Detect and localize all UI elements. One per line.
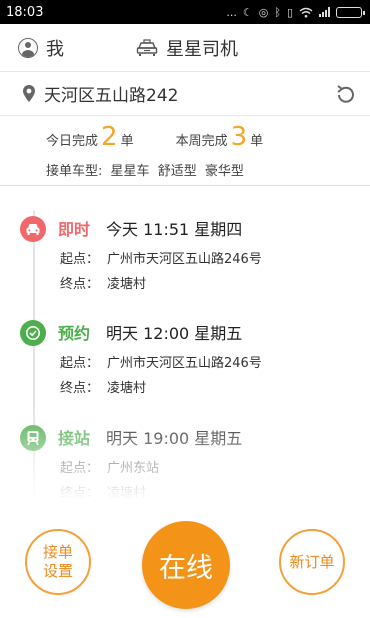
start-address: 广州市天河区五山路246号 [107,252,262,267]
order-type: 即时 [58,220,91,239]
order-type: 接站 [58,429,91,448]
refresh-icon[interactable] [334,83,356,105]
timeline-line [33,211,35,511]
moon-icon: ☾ [242,5,253,19]
car-type-item: 舒适型 [157,164,197,179]
new-order-button[interactable]: 新订单 [279,529,345,595]
order-start: 起点： 广州市天河区五山路246号 [60,352,262,371]
order-start: 起点： 广州东站 [60,457,159,476]
car-icon [20,216,46,242]
profile-button[interactable]: 我 [18,35,64,61]
status-time: 18:03 [6,4,44,20]
more-icon: ... [226,5,237,19]
today-prefix: 今日完成 [46,134,99,149]
wifi-icon [299,7,313,17]
clock-icon [20,320,46,346]
completion-stats: 今日完成 2 单 本周完成 3 单 [46,122,263,152]
online-toggle-button[interactable]: 在线 [142,521,230,609]
car-types-label: 接单车型: [46,164,103,179]
order-settings-button[interactable]: 接单 设置 [25,529,91,595]
start-label: 起点： [60,252,100,267]
order-time: 明天 12:00 星期五 [106,324,243,343]
train-icon [20,425,46,451]
end-label: 终点： [60,486,100,501]
person-icon [18,37,38,58]
order-end: 终点： 凌塘村 [60,482,146,501]
week-prefix: 本周完成 [175,134,228,149]
list-fade-overlay [0,407,370,517]
end-address: 凌塘村 [107,277,147,292]
order-end: 终点： 凌塘村 [60,273,146,292]
end-label: 终点： [60,277,100,292]
app-title: 星星司机 [136,24,238,72]
settings-label-line1: 接单 [42,543,73,561]
end-address: 凌塘村 [107,381,147,396]
top-header: 我 星星司机 [0,24,370,72]
today-count: 2 [101,122,118,152]
status-icons: ... ☾ ◎ ᛒ ▯ [226,5,365,19]
order-time: 明天 19:00 星期五 [106,429,243,448]
car-type-item: 豪华型 [204,164,244,179]
alarm-icon: ◎ [258,5,269,19]
stats-panel: 今日完成 2 单 本周完成 3 单 接单车型: 星星车 舒适型 豪华型 [0,116,370,186]
order-type: 预约 [58,324,91,343]
bluetooth-icon: ᛒ [274,5,281,19]
vibrate-icon: ▯ [286,5,293,19]
car-type-item: 星星车 [110,164,150,179]
car-types: 接单车型: 星星车 舒适型 豪华型 [46,160,248,179]
start-address: 广州市天河区五山路246号 [107,356,262,371]
battery-icon [336,6,365,18]
start-label: 起点： [60,356,100,371]
order-list[interactable]: 即时 今天 11:51 星期四 起点： 广州市天河区五山路246号 终点： 凌塘村 … [0,187,370,517]
new-order-label: 新订单 [289,552,335,571]
online-label: 在线 [159,552,213,584]
car-logo-icon [136,39,158,56]
current-address: 天河区五山路242 [44,86,179,106]
week-suffix: 单 [250,134,264,149]
profile-label: 我 [46,38,64,60]
end-address: 凌塘村 [107,486,147,501]
signal-icon [319,7,330,17]
start-address: 广州东站 [107,461,160,476]
order-end: 终点： 凌塘村 [60,377,146,396]
today-suffix: 单 [120,134,134,149]
location-pin-icon [23,85,35,102]
order-time: 今天 11:51 星期四 [106,220,243,239]
order-start: 起点： 广州市天河区五山路246号 [60,248,262,267]
status-bar: 18:03 ... ☾ ◎ ᛒ ▯ [0,0,370,24]
end-label: 终点： [60,381,100,396]
location-bar: 天河区五山路242 [0,72,370,116]
week-count: 3 [230,122,248,152]
start-label: 起点： [60,461,100,476]
app-title-text: 星星司机 [166,39,238,60]
bottom-bar: 接单 设置 在线 新订单 [0,517,370,618]
settings-label-line2: 设置 [42,562,73,580]
